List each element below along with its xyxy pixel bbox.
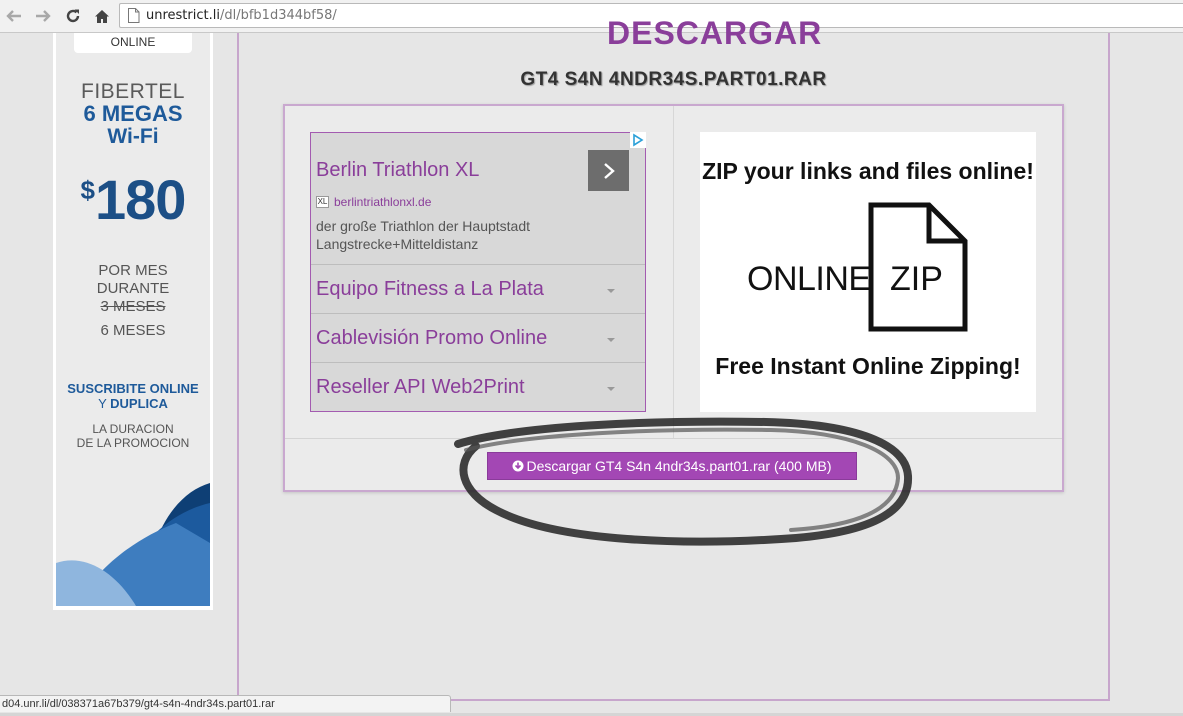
- text-ad-row-label: Equipo Fitness a La Plata: [316, 278, 544, 300]
- text-ad-favicon: XL: [316, 196, 329, 208]
- ad-duplica: DUPLICA: [110, 396, 168, 411]
- online-zip-banner[interactable]: ZIP your links and files online! ONLINE …: [700, 132, 1036, 412]
- ad-divider-horizontal: [285, 438, 1062, 439]
- caret-down-icon: [607, 387, 615, 391]
- ad-during: DURANTE: [96, 280, 170, 297]
- url-text: unrestrict.li/dl/bfb1d344bf58/: [146, 8, 337, 23]
- caret-down-icon: [607, 289, 615, 293]
- fibertel-ad-body: ONLINE FIBERTEL 6 MEGAS Wi-Fi $180 POR M…: [56, 33, 210, 606]
- ad-divider-vertical: [673, 106, 674, 438]
- ad-price-currency: $: [80, 175, 96, 205]
- ad-price: $180: [56, 167, 210, 232]
- fibertel-ad[interactable]: ONLINE FIBERTEL 6 MEGAS Wi-Fi $180 POR M…: [53, 33, 213, 610]
- file-title: GT4 S4N 4NDR34S.PART01.RAR: [520, 69, 827, 90]
- text-ad-title[interactable]: Berlin Triathlon XL: [316, 159, 479, 182]
- reload-icon[interactable]: [62, 5, 84, 27]
- text-ad-description: der große Triathlon der Hauptstadt Langs…: [316, 218, 531, 252]
- ad-online-tab: ONLINE: [74, 33, 192, 53]
- forward-arrow-icon[interactable]: [32, 5, 54, 27]
- status-url-bubble: d04.unr.li/dl/038371a67b379/gt4-s4n-4ndr…: [0, 695, 451, 712]
- ad-la-duracion: LA DURACION: [92, 422, 174, 436]
- text-ad-row[interactable]: Cablevisión Promo Online: [311, 313, 645, 362]
- ad-container: Berlin Triathlon XL XL berlintriathlonxl…: [283, 104, 1064, 492]
- url-path: /dl/bfb1d344bf58/: [219, 8, 337, 23]
- ad-price-value: 180: [95, 168, 186, 231]
- zip-banner-headline: ZIP your links and files online!: [702, 158, 1034, 184]
- download-button[interactable]: Descargar GT4 S4n 4ndr34s.part01.rar (40…: [487, 452, 857, 480]
- adchoices-icon[interactable]: [630, 132, 646, 148]
- ad-new-months: 6 MESES: [100, 322, 166, 339]
- zip-banner-zip-word: ZIP: [890, 260, 943, 298]
- ad-per-month: POR MES: [98, 262, 168, 279]
- text-ad-unit[interactable]: Berlin Triathlon XL XL berlintriathlonxl…: [310, 132, 646, 412]
- download-circle-icon: [512, 460, 524, 472]
- ad-swoosh-graphic: [56, 483, 210, 606]
- back-arrow-icon[interactable]: [3, 5, 25, 27]
- browser-toolbar: unrestrict.li/dl/bfb1d344bf58/: [0, 0, 1183, 33]
- text-ad-row[interactable]: Reseller API Web2Print: [311, 362, 645, 411]
- download-button-label: Descargar GT4 S4n 4ndr34s.part01.rar (40…: [526, 458, 832, 474]
- url-host: unrestrict.li: [146, 8, 220, 23]
- ad-old-months: 3 MESES: [100, 298, 166, 315]
- ad-speed: 6 MEGAS: [83, 101, 183, 126]
- page-heading: DESCARGAR: [607, 15, 823, 51]
- caret-down-icon: [607, 338, 615, 342]
- text-ad-row-label: Reseller API Web2Print: [316, 376, 525, 398]
- chevron-right-icon[interactable]: [588, 150, 629, 191]
- ad-duplicate-line: Y DUPLICA: [56, 396, 210, 411]
- ad-y: Y: [98, 396, 111, 411]
- home-icon[interactable]: [91, 5, 113, 27]
- zip-banner-tagline: Free Instant Online Zipping!: [715, 353, 1021, 379]
- text-ad-row[interactable]: Equipo Fitness a La Plata: [311, 264, 645, 313]
- zip-banner-online-word: ONLINE: [747, 260, 871, 298]
- page-icon: [127, 8, 140, 28]
- text-ad-row-label: Cablevisión Promo Online: [316, 327, 548, 349]
- ad-de-la-promocion: DE LA PROMOCION: [76, 436, 190, 450]
- text-ad-domain[interactable]: berlintriathlonxl.de: [334, 195, 431, 209]
- ad-subscribe: SUSCRIBITE ONLINE: [67, 381, 199, 396]
- ad-wifi: Wi-Fi: [107, 125, 159, 148]
